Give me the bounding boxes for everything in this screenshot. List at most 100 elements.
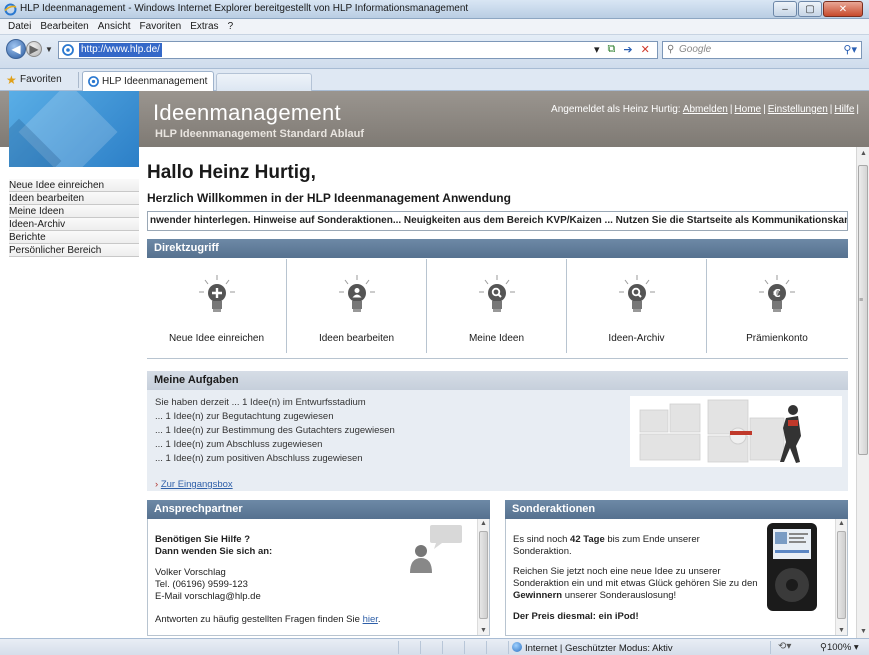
task-line: ... 1 Idee(n) zum positiven Abschluss zu…: [155, 453, 363, 464]
browser-tab[interactable]: HLP Ideenmanagement: [82, 71, 214, 91]
countdown-text: Es sind noch 42 Tage bis zum Ende unsere…: [513, 534, 700, 545]
favorites-divider: [78, 72, 79, 88]
quick-praemienkonto[interactable]: € Prämienkonto: [707, 259, 847, 353]
user-links: Angemeldet als Heinz Hurtig: Abmelden | Ho…: [551, 104, 861, 115]
search-box[interactable]: ⚲ Google ⚲▾: [662, 41, 862, 59]
svg-text:€: €: [772, 287, 781, 300]
scroll-thumb[interactable]: [479, 531, 488, 619]
tab-label: HLP Ideenmanagement: [102, 76, 208, 87]
sonderaktionen-panel: Es sind noch 42 Tage bis zum Ende unsere…: [505, 519, 848, 636]
nav-ideen-bearbeiten[interactable]: Ideen bearbeiten: [9, 192, 139, 205]
status-cell: [464, 641, 465, 654]
scroll-up-icon[interactable]: ▲: [838, 520, 845, 527]
menu-datei[interactable]: Datei: [8, 21, 31, 32]
menu-help[interactable]: ?: [228, 21, 234, 32]
globe-icon: [512, 642, 522, 652]
nav-neue-idee[interactable]: Neue Idee einreichen: [9, 179, 139, 192]
contact-person-icon: [410, 525, 462, 573]
help-link[interactable]: Hilfe: [834, 104, 854, 115]
ticker-text: nwender hinterlegen. Hinweise auf Sonder…: [150, 215, 848, 226]
status-cell: [486, 641, 487, 654]
settings-link[interactable]: Einstellungen: [768, 104, 828, 115]
logout-link[interactable]: Abmelden: [683, 104, 728, 115]
stop-icon[interactable]: ✕: [641, 43, 650, 56]
inbox-link[interactable]: Zur Eingangsbox: [161, 479, 233, 490]
logo: [9, 91, 139, 167]
scroll-down-icon[interactable]: ▼: [860, 628, 867, 635]
link-separator: |: [729, 104, 733, 115]
scroll-up-icon[interactable]: ▲: [860, 150, 867, 157]
new-tab-button[interactable]: [216, 73, 312, 91]
scroll-down-icon[interactable]: ▼: [838, 627, 845, 634]
status-cell: [508, 641, 509, 654]
task-line: ... 1 Idee(n) zum Abschluss zugewiesen: [155, 439, 323, 450]
nav-persoenlicher-bereich[interactable]: Persönlicher Bereich: [9, 244, 139, 257]
promo-winner-line: Gewinnern unserer Sonderauslosung!: [513, 590, 676, 601]
task-line: ... 1 Idee(n) zur Bestimmung des Gutacht…: [155, 425, 395, 436]
scroll-thumb[interactable]: [837, 531, 846, 619]
zoom-value: 100%: [826, 642, 852, 653]
countdown-post: bis zum Ende unserer: [607, 534, 700, 545]
page-viewport: Ideenmanagement HLP Ideenmanagement Stan…: [0, 91, 869, 638]
status-cell: [442, 641, 443, 654]
nav-berichte[interactable]: Berichte: [9, 231, 139, 244]
left-navigation: Neue Idee einreichen Ideen bearbeiten Me…: [9, 179, 139, 257]
minimize-button[interactable]: ‒: [773, 1, 797, 17]
sonderaktionen-header: Sonderaktionen: [505, 500, 848, 519]
menu-favoriten[interactable]: Favoriten: [140, 21, 182, 32]
promo-winner-bold: Gewinnern: [513, 590, 563, 601]
promo-scrollbar[interactable]: ▲ ▼: [835, 519, 847, 635]
go-arrow-icon[interactable]: ➔: [623, 43, 632, 56]
ansprechpartner-header: Ansprechpartner: [147, 500, 490, 519]
menu-extras[interactable]: Extras: [190, 21, 218, 32]
faq-link[interactable]: hier: [363, 614, 378, 625]
plus-bulb-icon: [198, 275, 235, 312]
contact-phone: Tel. (06196) 9599-123: [155, 579, 248, 590]
contact-scrollbar[interactable]: ▲ ▼: [477, 519, 489, 635]
direktzugriff-header: Direktzugriff: [147, 239, 848, 258]
nav-meine-ideen[interactable]: Meine Ideen: [9, 205, 139, 218]
status-cell: [420, 641, 421, 654]
address-bar[interactable]: http://www.hlp.de/: [58, 41, 658, 59]
page-scrollbar[interactable]: ▲ ≡ ▼: [856, 147, 869, 638]
zoom-level[interactable]: ⚲100% ▾: [820, 642, 859, 653]
quick-meine-ideen[interactable]: Meine Ideen: [427, 259, 567, 353]
faq-text-row: Antworten zu häufig gestellten Fragen fi…: [155, 614, 381, 625]
security-zone[interactable]: Internet | Geschützter Modus: Aktiv: [512, 642, 673, 654]
quick-ideen-archiv[interactable]: Ideen-Archiv: [567, 259, 707, 353]
history-dropdown-icon[interactable]: ▼: [45, 45, 53, 54]
window-title: HLP Ideenmanagement - Windows Internet E…: [20, 3, 469, 14]
news-ticker: nwender hinterlegen. Hinweise auf Sonder…: [147, 211, 848, 231]
scroll-down-icon[interactable]: ▼: [480, 627, 487, 634]
favorites-star-icon[interactable]: ★: [6, 73, 17, 87]
close-button[interactable]: ✕: [823, 1, 863, 17]
status-cell: [770, 641, 771, 654]
quick-ideen-bearbeiten[interactable]: Ideen bearbeiten: [287, 259, 427, 353]
scroll-thumb[interactable]: [858, 165, 868, 455]
address-url[interactable]: http://www.hlp.de/: [79, 43, 162, 57]
favorites-bar: ★ Favoriten HLP Ideenmanagement: [0, 69, 869, 91]
menu-bearbeiten[interactable]: Bearbeiten: [40, 21, 88, 32]
address-tools: ▾ ⧉ ➔ ✕: [594, 43, 658, 56]
maximize-button[interactable]: ▢: [798, 1, 822, 17]
compatibility-icon[interactable]: ⧉: [608, 43, 616, 56]
scroll-up-icon[interactable]: ▲: [480, 520, 487, 527]
back-button[interactable]: ◀: [6, 39, 26, 59]
protected-mode-icon[interactable]: ⟲▾: [778, 641, 791, 652]
forward-button[interactable]: ▶: [26, 41, 42, 57]
menu-ansicht[interactable]: Ansicht: [98, 21, 131, 32]
home-link[interactable]: Home: [734, 104, 761, 115]
status-cell: [398, 641, 399, 654]
search-icon[interactable]: ⚲▾: [843, 43, 857, 56]
promo-line: Reichen Sie jetzt noch eine neue Idee zu…: [513, 566, 721, 577]
quick-label: Prämienkonto: [746, 333, 808, 344]
quick-neue-idee[interactable]: Neue Idee einreichen: [147, 259, 287, 353]
faq-text: Antworten zu häufig gestellten Fragen fi…: [155, 614, 360, 625]
favorites-button[interactable]: Favoriten: [20, 74, 62, 85]
page-icon: [62, 44, 74, 56]
nav-ideen-archiv[interactable]: Ideen-Archiv: [9, 218, 139, 231]
quick-access: Neue Idee einreichen Ideen bearbeiten Me…: [147, 259, 848, 359]
task-line: Sie haben derzeit ... 1 Idee(n) im Entwu…: [155, 397, 366, 408]
tab-page-icon: [88, 76, 99, 87]
address-dropdown-icon[interactable]: ▾: [594, 43, 600, 56]
